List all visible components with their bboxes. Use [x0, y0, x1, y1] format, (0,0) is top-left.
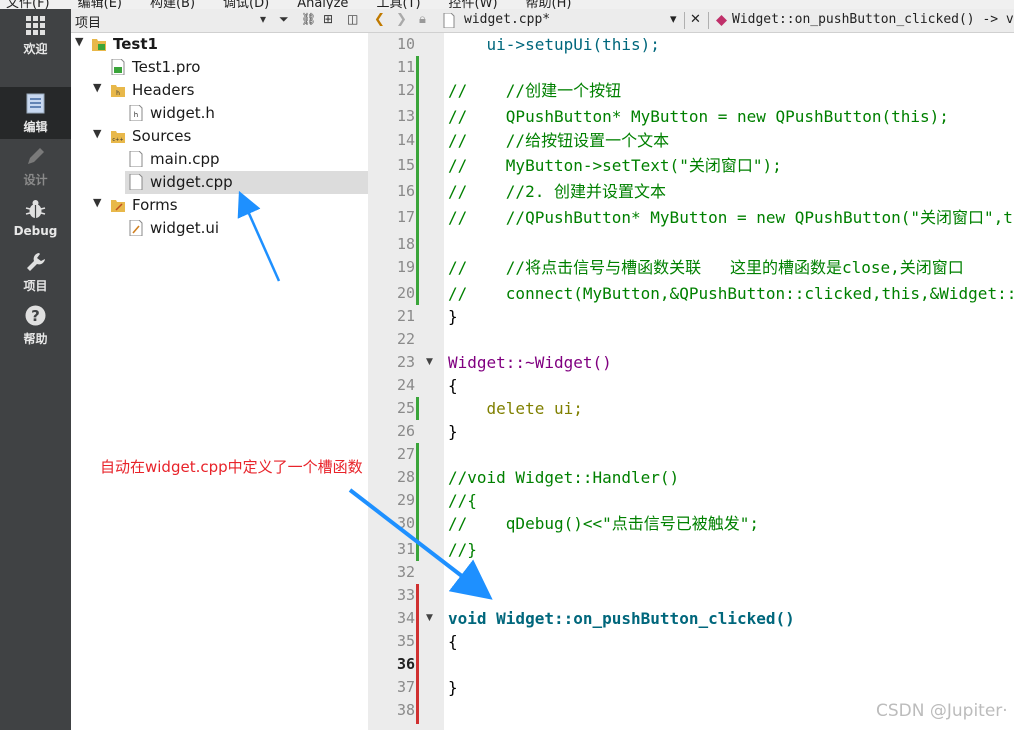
annotation-text: 自动在widget.cpp中定义了一个槽函数 — [100, 458, 363, 476]
annotation-arrows — [237, 190, 493, 600]
arrow-to-widget-cpp — [237, 190, 281, 282]
arrow-to-slot-function — [348, 488, 493, 600]
watermark: CSDN @Jupiter· — [876, 701, 1008, 721]
